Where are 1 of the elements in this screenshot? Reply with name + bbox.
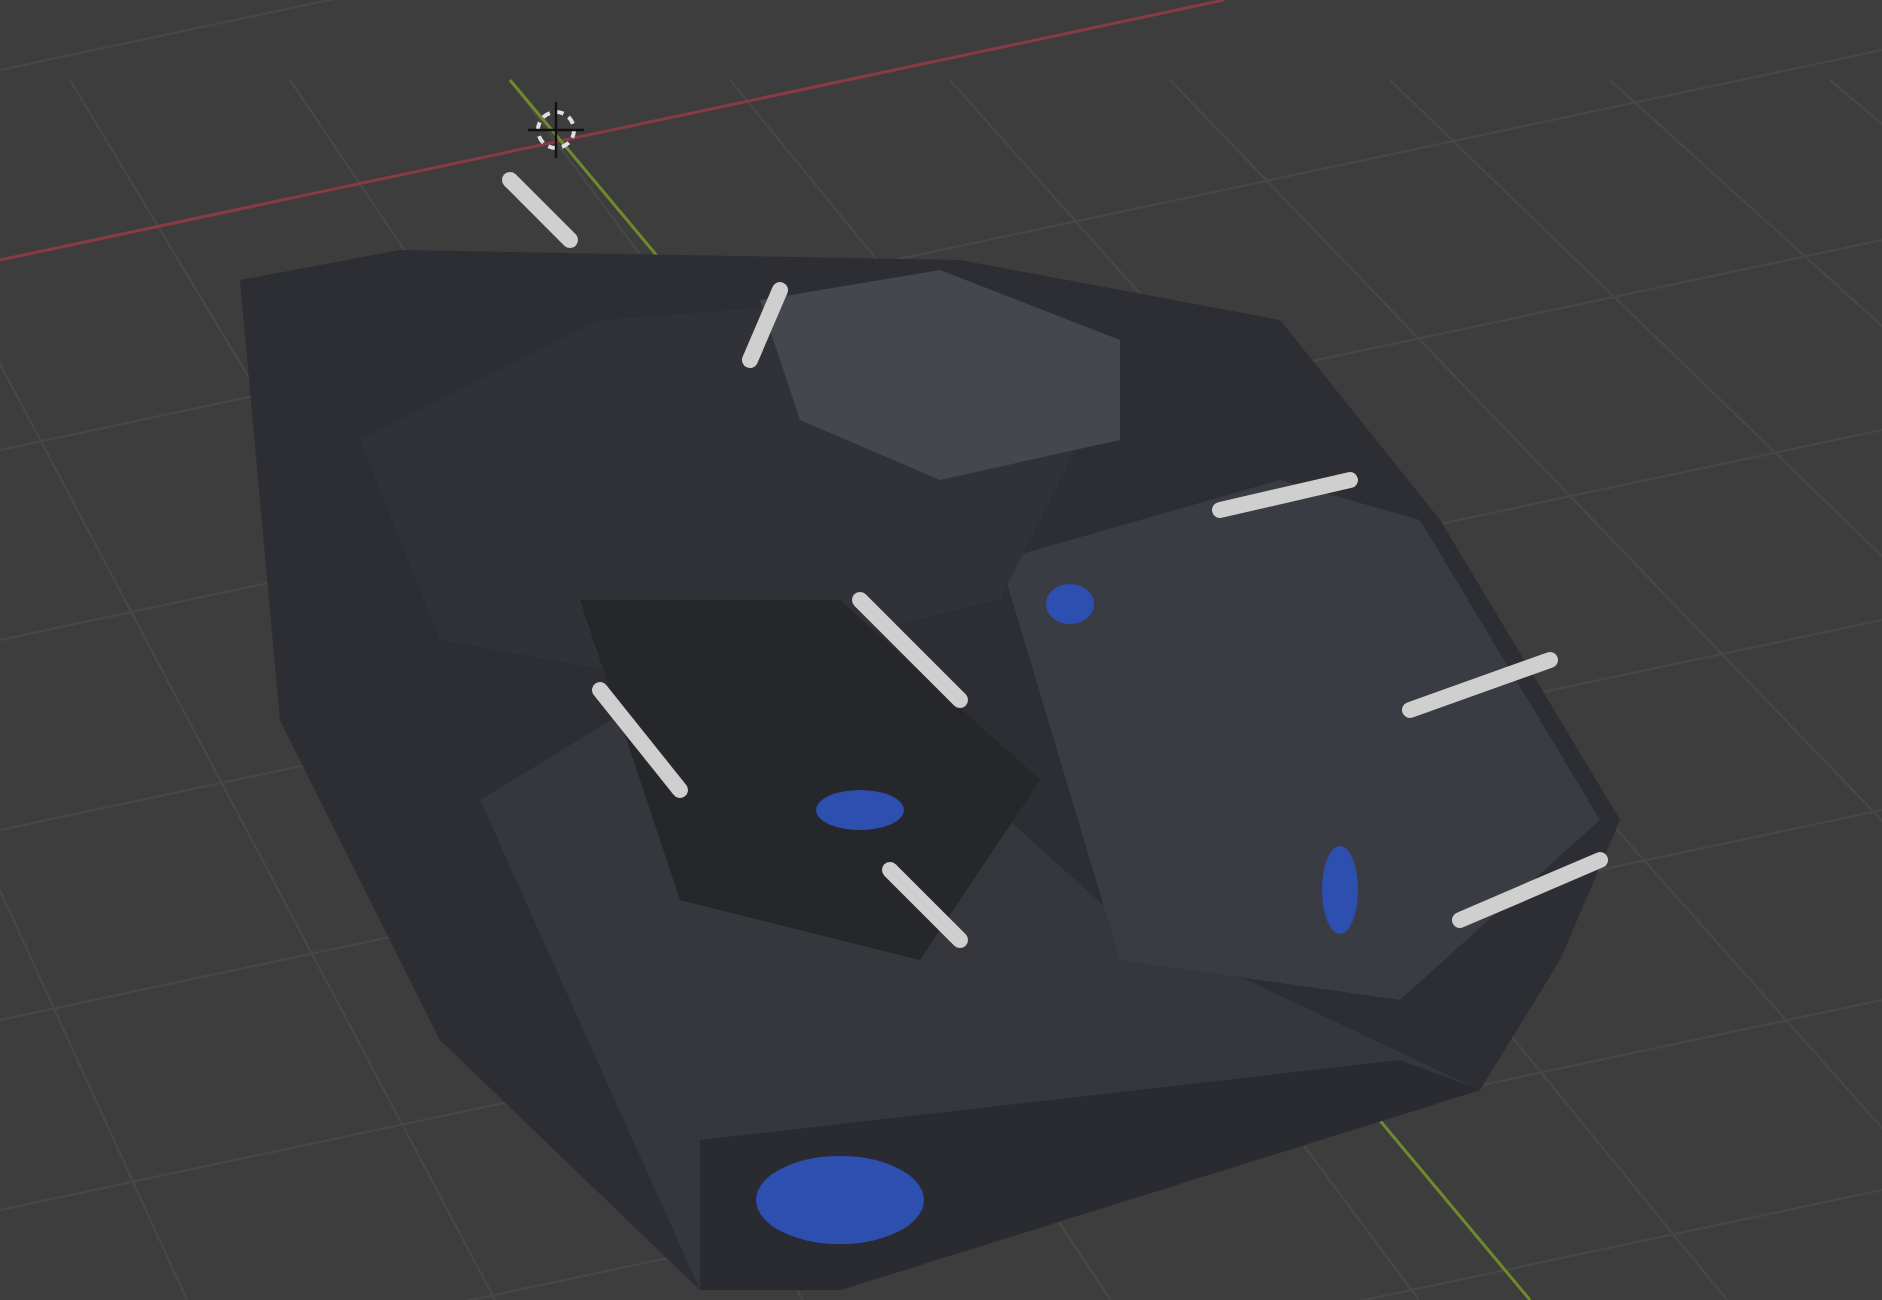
3d-cursor-icon[interactable] <box>528 102 584 158</box>
